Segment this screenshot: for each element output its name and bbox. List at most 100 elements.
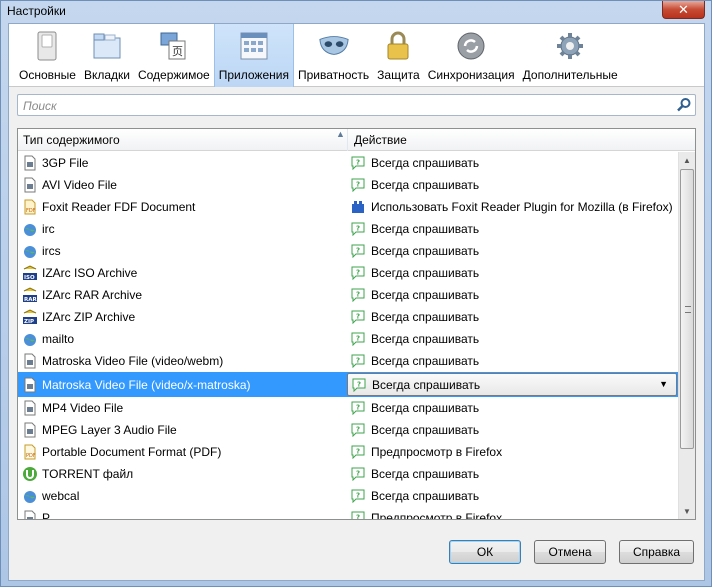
table-row[interactable]: PDF Portable Document Format (PDF)? Предпр… <box>18 441 679 463</box>
always-ask-icon: ? <box>351 266 365 280</box>
content-type-label: P... <box>42 511 59 520</box>
toolbar-tab-6[interactable]: Синхронизация <box>424 24 519 87</box>
table-row[interactable]: mailto ? Всегда спрашивать <box>18 328 679 350</box>
scroll-up-icon[interactable]: ▲ <box>679 152 695 168</box>
cancel-button[interactable]: Отмена <box>534 540 606 564</box>
toolbar-tab-label: Дополнительные <box>522 68 618 82</box>
table-row[interactable]: Matroska Video File (video/x-matroska)? В… <box>18 372 679 397</box>
table-row[interactable]: ISO IZArc ISO Archive? Всегда спрашивать <box>18 262 679 284</box>
content-type-cell: 3GP File <box>22 152 88 174</box>
ok-button[interactable]: ОК <box>449 540 521 564</box>
action-label: Всегда спрашивать <box>371 401 480 415</box>
svg-text:?: ? <box>356 470 360 478</box>
scroll-down-icon[interactable]: ▼ <box>679 503 695 519</box>
svg-text:?: ? <box>356 357 360 365</box>
content-type-label: Matroska Video File (video/webm) <box>42 354 224 368</box>
help-button[interactable]: Справка <box>619 540 694 564</box>
toolbar-tab-label: Приложения <box>218 68 289 82</box>
action-cell: ? Всегда спрашивать <box>351 152 479 174</box>
always-ask-icon: ? <box>351 332 365 346</box>
always-ask-icon: ? <box>351 244 365 258</box>
toolbar-tab-1[interactable]: Вкладки <box>80 24 134 87</box>
action-label: Всегда спрашивать <box>371 489 480 503</box>
title-bar[interactable]: Настройки ✕ <box>1 1 711 23</box>
content-type-cell: PDF Portable Document Format (PDF) <box>22 441 221 463</box>
content-type-label: IZArc ZIP Archive <box>42 310 136 324</box>
table-row[interactable]: MPEG Layer 3 Audio File? Всегда спрашиват… <box>18 419 679 441</box>
table-row[interactable]: ircs? Всегда спрашивать <box>18 240 679 262</box>
toolbar-tab-7[interactable]: Дополнительные <box>519 24 622 87</box>
file-icon <box>24 353 36 369</box>
svg-text:PDF: PDF <box>26 453 36 459</box>
table-row[interactable]: TORRENT файл? Всегда спрашивать <box>18 463 679 485</box>
always-ask-icon: ? <box>351 354 365 368</box>
always-ask-icon: ? <box>351 156 365 170</box>
table-row[interactable]: irc? Всегда спрашивать <box>18 218 679 240</box>
always-ask-icon: ? <box>351 511 365 519</box>
search-input[interactable]: Поиск <box>17 94 696 116</box>
action-label: Всегда спрашивать <box>371 178 480 192</box>
table-row[interactable]: RAR IZArc RAR Archive? Всегда спрашивать <box>18 284 679 306</box>
chevron-down-icon[interactable]: ▼ <box>659 379 668 389</box>
toolbar-tab-5[interactable]: Защита <box>373 24 424 87</box>
content-type-label: MP4 Video File <box>42 401 124 415</box>
content-type-cell: TORRENT файл <box>22 463 133 485</box>
globe-icon <box>24 224 36 236</box>
table-body: 3GP File? Всегда спрашивать AVI Video File… <box>18 152 679 520</box>
table-row[interactable]: MP4 Video File ? Всегда спрашивать <box>18 397 679 419</box>
content-type-cell: irc <box>22 218 55 240</box>
action-label: Предпросмотр в Firefox <box>371 445 503 459</box>
table-row[interactable]: webcal ? Всегда спрашивать <box>18 485 679 507</box>
file-icon <box>24 422 36 438</box>
action-cell: ? Всегда спрашивать <box>351 419 479 441</box>
globe-icon <box>24 246 36 258</box>
plugin-icon <box>352 201 364 213</box>
action-cell: ? Всегда спрашивать <box>351 397 479 419</box>
iso-icon: ISO <box>23 265 37 281</box>
toolbar-tab-4[interactable]: Приватность <box>294 24 373 87</box>
table-row[interactable]: P...? Предпросмотр в Firefox <box>18 507 679 520</box>
content-type-cell: Matroska Video File (video/webm) <box>22 350 223 372</box>
toolbar-tab-label: Защита <box>377 68 420 82</box>
content-type-cell: ISO IZArc ISO Archive <box>22 262 137 284</box>
action-select[interactable]: ? Всегда спрашивать ▼ <box>347 373 677 396</box>
always-ask-icon: ? <box>351 178 365 192</box>
mask-icon <box>318 30 350 62</box>
content-type-cell: mailto <box>22 328 74 350</box>
action-label: Предпросмотр в Firefox <box>371 511 503 520</box>
svg-text:?: ? <box>357 380 361 388</box>
table-row[interactable]: ZIP IZArc ZIP Archive? Всегда спрашивать <box>18 306 679 328</box>
toolbar-tab-2[interactable]: 页 Содержимое <box>134 24 214 87</box>
scrollbar-thumb[interactable] <box>680 169 694 449</box>
always-ask-icon: ? <box>351 467 365 481</box>
content-type-label: webcal <box>42 489 80 503</box>
content-type-label: ircs <box>42 244 61 258</box>
action-cell: ? Всегда спрашивать <box>351 328 479 350</box>
action-label: Всегда спрашивать <box>371 310 480 324</box>
content-type-label: IZArc ISO Archive <box>42 266 138 280</box>
settings-window: Настройки ✕ Основные Вкладки 页 Содержимое Пр… <box>0 0 712 587</box>
search-icon[interactable] <box>676 97 692 113</box>
close-button[interactable]: ✕ <box>662 1 705 19</box>
content-icon: 页 <box>158 30 190 62</box>
toolbar-tab-label: Вкладки <box>83 68 130 82</box>
action-cell: ? Всегда спрашивать <box>351 350 479 372</box>
always-ask-icon: ? <box>351 423 365 437</box>
action-cell: ? Всегда спрашивать <box>351 485 479 507</box>
action-label: Всегда спрашивать <box>371 244 480 258</box>
table-row[interactable]: FDF Foxit Reader FDF Document Использовать… <box>18 196 679 218</box>
close-icon: ✕ <box>678 1 689 17</box>
vertical-scrollbar[interactable]: ▲ ▼ <box>678 152 695 519</box>
table-row[interactable]: AVI Video File? Всегда спрашивать <box>18 174 679 196</box>
search-placeholder: Поиск <box>23 99 57 113</box>
svg-text:?: ? <box>356 291 360 299</box>
file-icon <box>24 510 36 519</box>
table-row[interactable]: 3GP File ? Всегда спрашивать <box>18 152 679 174</box>
content-type-cell: ircs <box>22 240 61 262</box>
table-row[interactable]: Matroska Video File (video/webm) ? Всегда … <box>18 350 679 372</box>
column-header-content-type[interactable]: Тип содержимого <box>18 129 348 151</box>
column-header-action[interactable]: Действие <box>348 129 678 151</box>
svg-text:ISO: ISO <box>24 275 35 281</box>
toolbar-tab-0[interactable]: Основные <box>15 24 80 87</box>
toolbar-tab-3[interactable]: Приложения <box>213 24 294 87</box>
